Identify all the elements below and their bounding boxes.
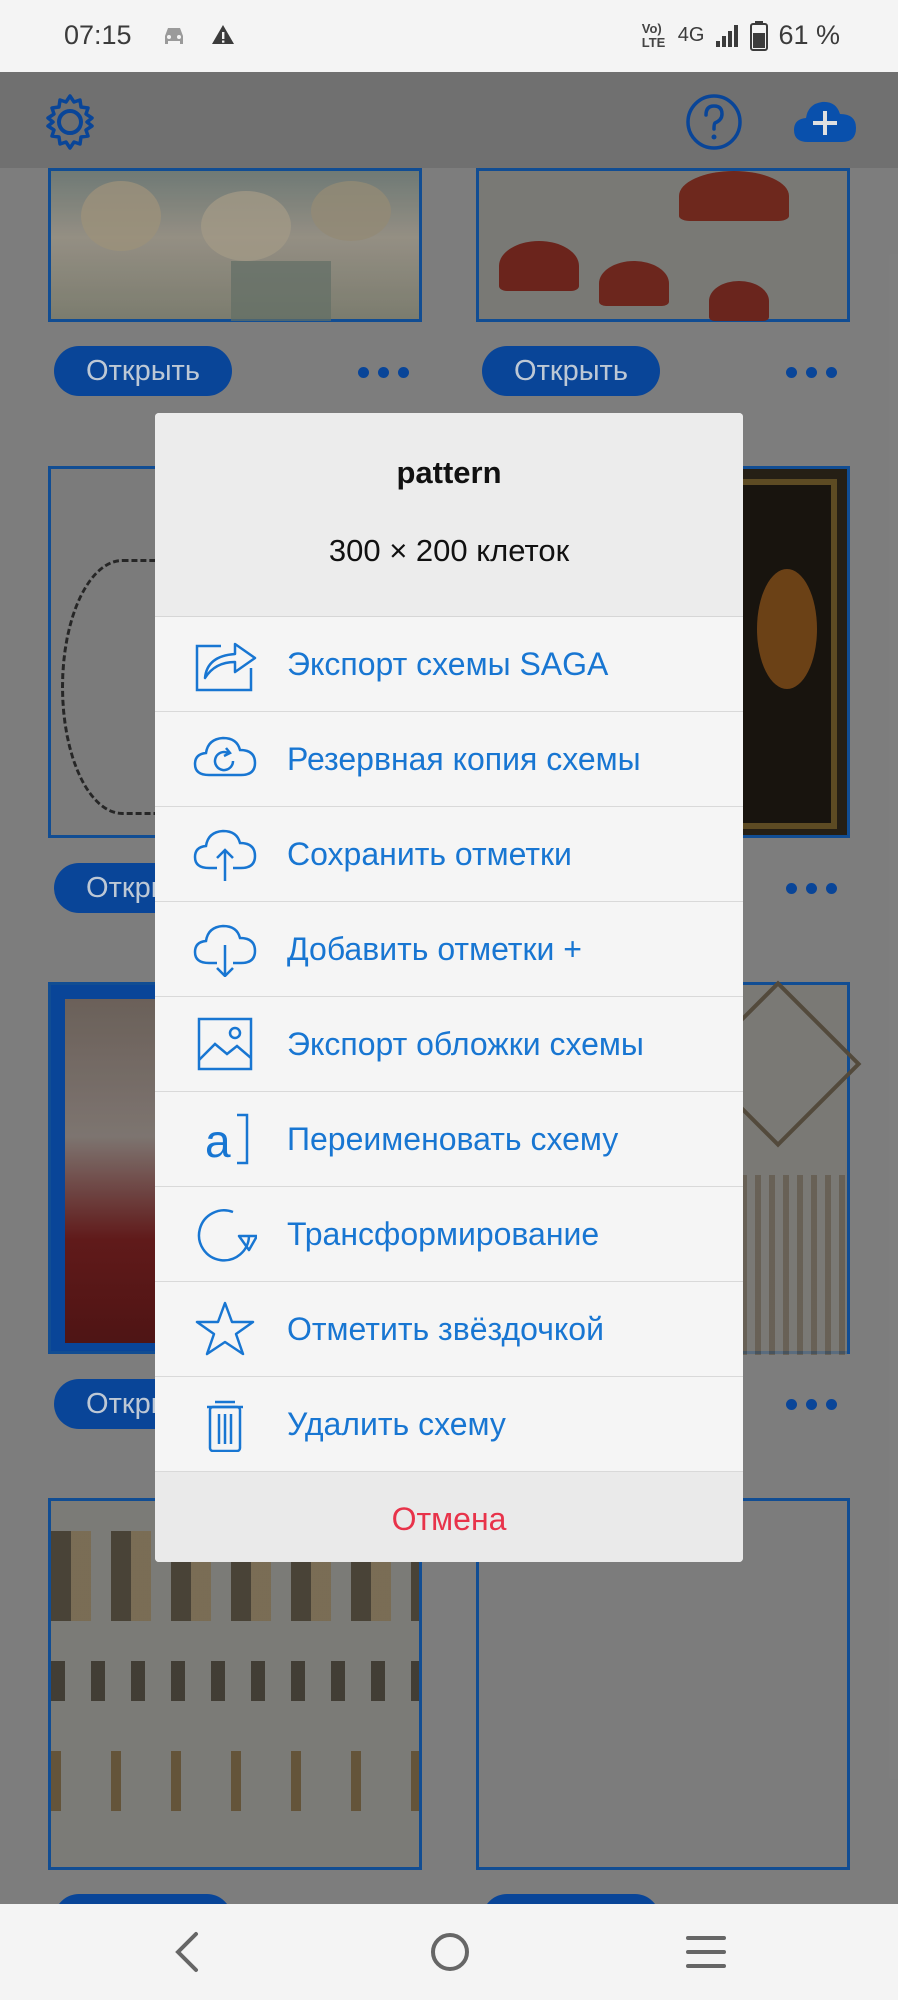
volte-indicator: Vo) LTE (641, 20, 666, 50)
signal-icon (716, 24, 739, 47)
cloud-upload-icon (193, 829, 257, 881)
image-icon (197, 1017, 253, 1071)
cloud-backup-icon (193, 736, 257, 777)
network-type: 4G (677, 24, 705, 46)
warning-icon (212, 25, 234, 44)
status-time: 07:15 (64, 20, 132, 50)
menu-item-label: Экспорт схемы SAGA (287, 645, 609, 682)
trash-icon (207, 1400, 243, 1452)
rename-icon: a (205, 1113, 249, 1167)
battery-icon (750, 20, 769, 51)
status-bar: 07:15 Vo) LTE 4G 61 % (0, 0, 898, 72)
menu-item-rename[interactable]: a Переименовать схему (155, 1092, 743, 1187)
menu-item-label: Добавить отметки + (287, 930, 582, 967)
pattern-actions-dialog: pattern 300 × 200 клеток Экспорт схемы S… (155, 413, 743, 1562)
menu-item-label: Резервная копия схемы (287, 740, 641, 777)
home-icon[interactable] (428, 1930, 472, 1974)
rotate-icon (197, 1209, 257, 1262)
system-nav-bar (0, 1904, 898, 2000)
menu-item-save-marks[interactable]: Сохранить отметки (155, 807, 743, 902)
export-icon (195, 642, 257, 692)
cancel-button[interactable]: Отмена (155, 1472, 743, 1562)
star-icon (195, 1301, 255, 1356)
svg-text:a: a (205, 1115, 231, 1167)
status-right-icons: Vo) LTE 4G 61 % (642, 20, 840, 51)
cloud-download-icon (193, 924, 257, 977)
dialog-title: pattern (396, 455, 502, 490)
menu-icon[interactable] (684, 1932, 728, 1972)
status-left-icons (160, 22, 236, 50)
menu-item-backup[interactable]: Резервная копия схемы (155, 712, 743, 807)
menu-item-star[interactable]: Отметить звёздочкой (155, 1282, 743, 1377)
back-icon[interactable] (168, 1930, 208, 1974)
dialog-subtitle: 300 × 200 клеток (328, 533, 570, 568)
menu-item-label: Переименовать схему (287, 1120, 619, 1157)
dialog-header: pattern 300 × 200 клеток (155, 413, 743, 617)
menu-item-label: Сохранить отметки (287, 835, 572, 872)
menu-item-transform[interactable]: Трансформирование (155, 1187, 743, 1282)
menu-item-label: Трансформирование (287, 1215, 600, 1252)
car-icon (165, 28, 183, 44)
menu-item-label: Удалить схему (287, 1405, 506, 1442)
menu-item-add-marks[interactable]: Добавить отметки + (155, 902, 743, 997)
menu-item-delete[interactable]: Удалить схему (155, 1377, 743, 1472)
menu-item-label: Отметить звёздочкой (287, 1310, 604, 1347)
battery-percent: 61 % (778, 20, 840, 50)
menu-item-export-cover[interactable]: Экспорт обложки схемы (155, 997, 743, 1092)
menu-item-export-saga[interactable]: Экспорт схемы SAGA (155, 617, 743, 712)
menu-item-label: Экспорт обложки схемы (287, 1025, 644, 1062)
